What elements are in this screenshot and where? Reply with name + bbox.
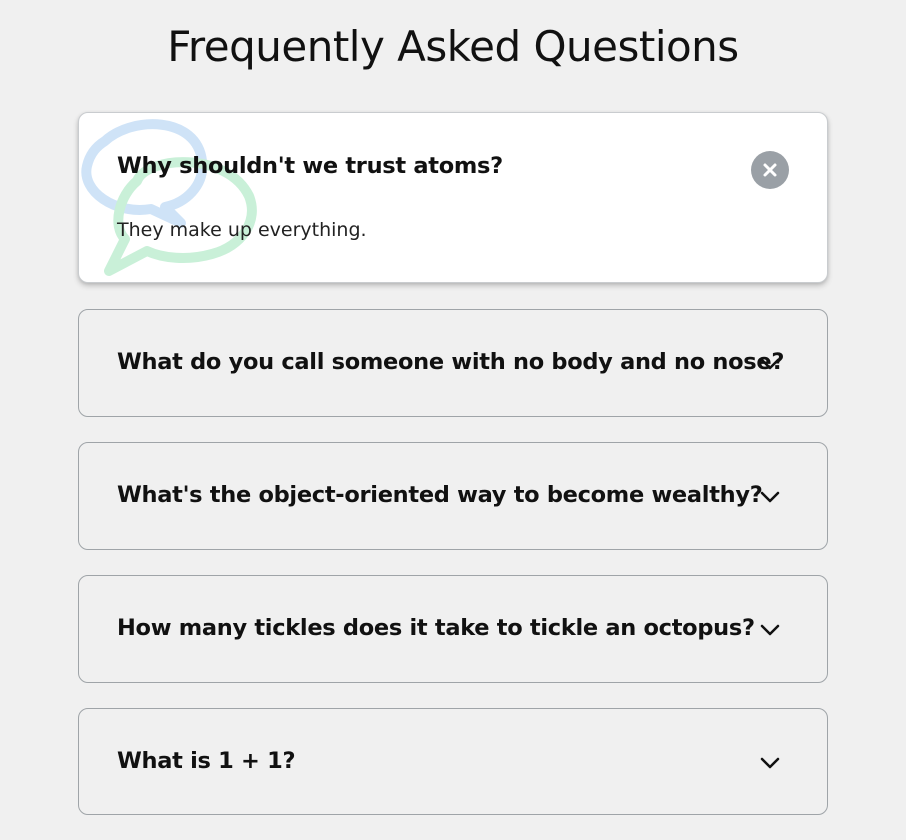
chevron-down-icon [760, 624, 780, 636]
close-icon [763, 163, 777, 177]
faq-question[interactable]: How many tickles does it take to tickle … [117, 615, 755, 641]
chevron-down-icon [760, 757, 780, 769]
faq-list: Why shouldn't we trust atoms? They make … [78, 112, 828, 815]
faq-question[interactable]: What is 1 + 1? [117, 748, 296, 774]
faq-item-2[interactable]: What do you call someone with no body an… [78, 309, 828, 417]
faq-question[interactable]: Why shouldn't we trust atoms? [117, 153, 503, 179]
expand-button[interactable] [751, 611, 789, 649]
faq-question[interactable]: What do you call someone with no body an… [117, 349, 784, 375]
faq-item-3[interactable]: What's the object-oriented way to become… [78, 442, 828, 550]
faq-item-1[interactable]: Why shouldn't we trust atoms? They make … [78, 112, 828, 283]
faq-item-4[interactable]: How many tickles does it take to tickle … [78, 575, 828, 683]
expand-button[interactable] [751, 744, 789, 782]
page-title: Frequently Asked Questions [167, 22, 739, 71]
chevron-down-icon [760, 358, 780, 370]
expand-button[interactable] [751, 345, 789, 383]
chevron-down-icon [760, 491, 780, 503]
close-button[interactable] [751, 151, 789, 189]
faq-question[interactable]: What's the object-oriented way to become… [117, 482, 763, 508]
chat-bubbles-icon [81, 119, 257, 276]
faq-answer: They make up everything. [117, 219, 367, 241]
faq-item-5[interactable]: What is 1 + 1? [78, 708, 828, 815]
expand-button[interactable] [751, 478, 789, 516]
